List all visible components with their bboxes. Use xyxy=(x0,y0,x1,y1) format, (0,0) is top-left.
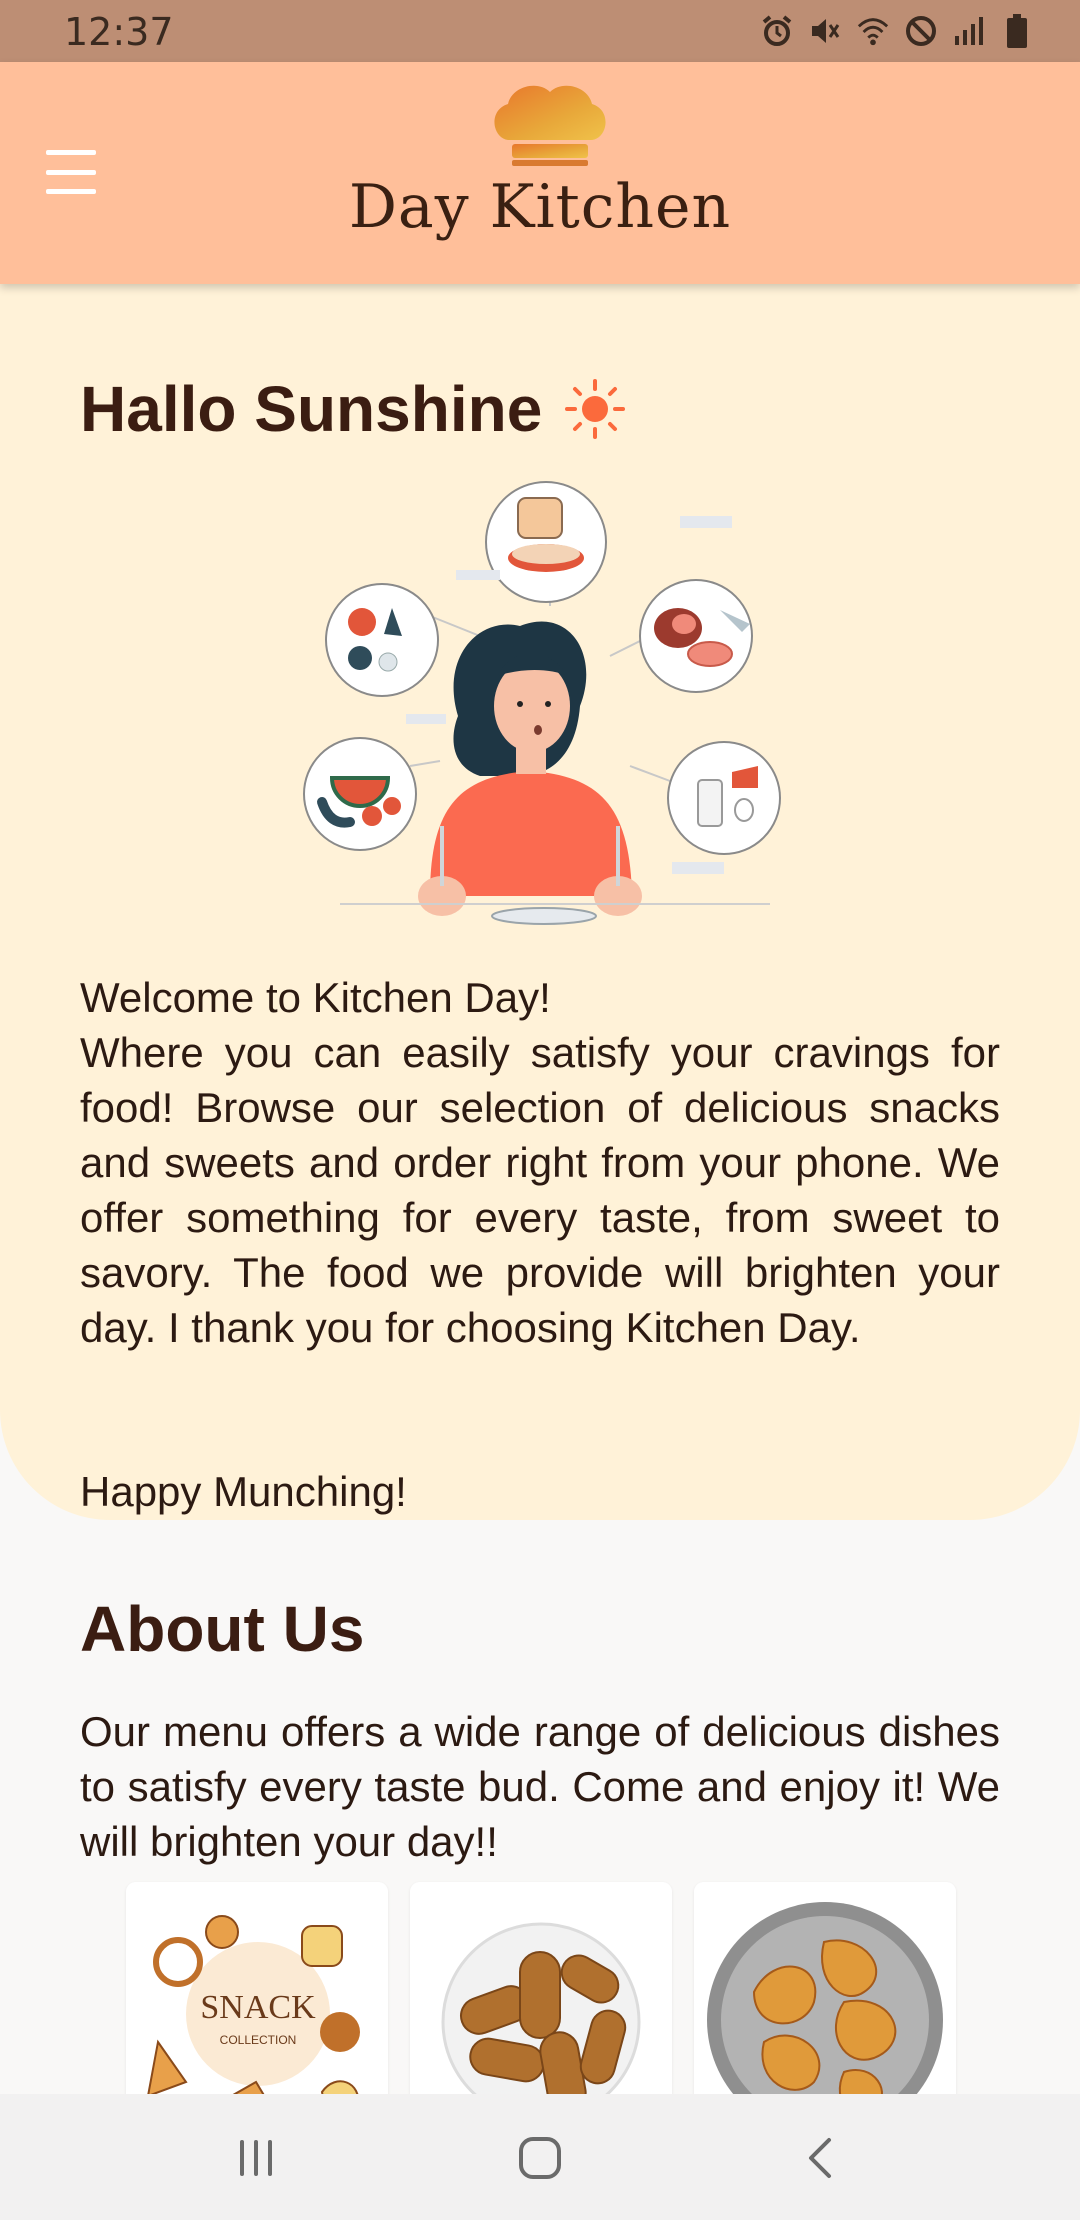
wifi-icon xyxy=(856,12,890,50)
welcome-title: Welcome to Kitchen Day! xyxy=(80,974,551,1021)
recents-icon[interactable] xyxy=(224,2128,288,2188)
snack-card-sublabel: COLLECTION xyxy=(220,2033,297,2047)
app-logo-text: Day Kitchen xyxy=(348,172,732,242)
greeting: Hallo Sunshine xyxy=(80,372,626,446)
battery-icon xyxy=(1000,12,1034,50)
intro-card: Hallo Sunshine Welcome to Kitchen Day! W… xyxy=(0,284,1080,1520)
closing-text: Happy Munching! xyxy=(80,1468,407,1515)
alarm-icon xyxy=(760,12,794,50)
welcome-body: Where you can easily satisfy your cravin… xyxy=(80,1029,1000,1351)
about-text: Our menu offers a wide range of deliciou… xyxy=(80,1708,1000,1865)
mute-icon xyxy=(808,12,842,50)
status-time: 12:37 xyxy=(64,10,174,54)
app-header: Day Kitchen xyxy=(0,62,1080,284)
back-icon[interactable] xyxy=(788,2128,852,2188)
do-not-disturb-icon xyxy=(904,12,938,50)
chef-hat-logo-icon xyxy=(494,85,606,166)
welcome-text: Welcome to Kitchen Day! Where you can ea… xyxy=(80,970,1000,1355)
greeting-title: Hallo Sunshine xyxy=(80,373,543,445)
about-title: About Us xyxy=(80,1593,365,1665)
sun-icon xyxy=(565,379,626,439)
status-icons xyxy=(760,12,1034,50)
home-icon[interactable] xyxy=(508,2128,572,2188)
snack-card-label: SNACK xyxy=(200,1989,316,2026)
signal-icon xyxy=(952,12,986,50)
status-bar: 12:37 xyxy=(0,0,1080,62)
food-choice-illustration xyxy=(303,481,781,925)
system-nav-bar xyxy=(0,2094,1080,2220)
